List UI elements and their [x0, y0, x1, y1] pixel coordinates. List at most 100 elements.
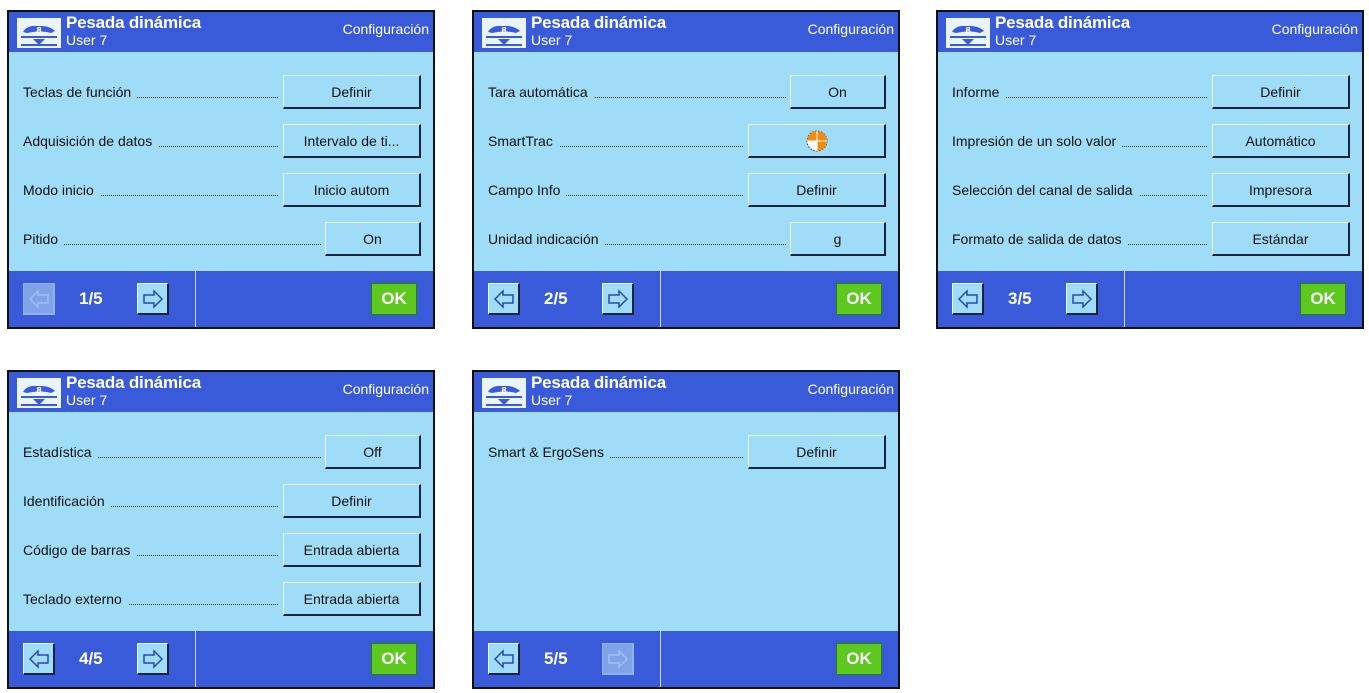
arrow-right-icon: [143, 649, 164, 669]
identificacion-button[interactable]: Definir: [283, 484, 421, 518]
impresion-un-solo-valor-button[interactable]: Automático: [1212, 124, 1350, 158]
setting-row: Modo inicio Inicio autom: [23, 173, 421, 209]
prev-page-button[interactable]: [23, 283, 55, 315]
user-name: User 7: [995, 32, 1037, 48]
balance-icon: 8: [17, 18, 61, 48]
setting-row: Pitido On: [23, 222, 421, 258]
setting-row: Estadística Off: [23, 435, 421, 471]
footer-divider: [195, 271, 196, 327]
user-name: User 7: [66, 32, 108, 48]
setting-label: Código de barras: [23, 542, 137, 558]
svg-text:8: 8: [501, 386, 507, 395]
footer: 1/5 OK: [9, 271, 433, 327]
setting-row: Campo Info Definir: [488, 173, 886, 209]
next-page-button[interactable]: [602, 643, 634, 675]
ok-button[interactable]: OK: [371, 643, 417, 675]
screen-page-1: 8 Pesada dinámica User 7 Configuración T…: [7, 10, 435, 329]
pitido-button[interactable]: On: [325, 222, 421, 256]
user-name: User 7: [531, 32, 573, 48]
setting-label: Adquisición de datos: [23, 133, 159, 149]
balance-icon: 8: [946, 18, 990, 48]
next-page-button[interactable]: [602, 283, 634, 315]
setting-row: Tara automática On: [488, 75, 886, 111]
informe-button[interactable]: Definir: [1212, 75, 1350, 109]
ok-button[interactable]: OK: [836, 643, 882, 675]
estadistica-button[interactable]: Off: [325, 435, 421, 469]
setting-row: Informe Definir: [952, 75, 1350, 111]
screen-page-5: 8 Pesada dinámica User 7 Configuración S…: [472, 370, 900, 689]
setting-row: Smart & ErgoSens Definir: [488, 435, 886, 471]
setting-label: Impresión de un solo valor: [952, 133, 1123, 149]
setting-label: Tara automática: [488, 84, 594, 100]
dot-leader: [23, 244, 321, 245]
app-title: Pesada dinámica: [66, 373, 201, 392]
header: 8 Pesada dinámica User 7 Configuración: [474, 12, 898, 52]
footer-divider: [1124, 271, 1125, 327]
tara-automatica-button[interactable]: On: [790, 75, 886, 109]
next-page-button[interactable]: [1066, 283, 1098, 315]
modo-inicio-button[interactable]: Inicio autom: [283, 173, 421, 207]
codigo-de-barras-button[interactable]: Entrada abierta: [283, 533, 421, 567]
page-indicator: 4/5: [79, 649, 103, 668]
unidad-indicacion-button[interactable]: g: [790, 222, 886, 256]
teclado-externo-button[interactable]: Entrada abierta: [283, 582, 421, 616]
setting-row: SmartTrac: [488, 124, 886, 160]
user-name: User 7: [531, 392, 573, 408]
footer-divider: [660, 271, 661, 327]
ok-button[interactable]: OK: [1300, 283, 1346, 315]
setting-row: Teclado externo Entrada abierta: [23, 582, 421, 618]
setting-label: Selección del canal de salida: [952, 182, 1139, 198]
svg-text:8: 8: [501, 26, 507, 35]
footer: 4/5 OK: [9, 631, 433, 687]
prev-page-button[interactable]: [488, 643, 520, 675]
smarttrac-button[interactable]: [748, 124, 886, 158]
balance-icon: 8: [17, 378, 61, 408]
setting-label: Modo inicio: [23, 182, 100, 198]
prev-page-button[interactable]: [488, 283, 520, 315]
setting-label: Smart & ErgoSens: [488, 444, 610, 460]
setting-row: Impresión de un solo valor Automático: [952, 124, 1350, 160]
arrow-right-icon: [1072, 289, 1093, 309]
page-indicator: 2/5: [544, 289, 568, 308]
next-page-button[interactable]: [137, 643, 169, 675]
header: 8 Pesada dinámica User 7 Configuración: [9, 372, 433, 412]
footer: 5/5 OK: [474, 631, 898, 687]
campo-info-button[interactable]: Definir: [748, 173, 886, 207]
app-title: Pesada dinámica: [66, 13, 201, 32]
footer: 2/5 OK: [474, 271, 898, 327]
setting-row: Teclas de función Definir: [23, 75, 421, 111]
adquisicion-de-datos-button[interactable]: Intervalo de ti...: [283, 124, 421, 158]
mode-label: Configuración: [342, 381, 429, 397]
footer-divider: [660, 631, 661, 687]
user-name: User 7: [66, 392, 108, 408]
arrow-right-icon: [608, 649, 629, 669]
header: 8 Pesada dinámica User 7 Configuración: [9, 12, 433, 52]
canal-de-salida-button[interactable]: Impresora: [1212, 173, 1350, 207]
ok-button[interactable]: OK: [836, 283, 882, 315]
arrow-left-icon: [493, 289, 514, 309]
prev-page-button[interactable]: [23, 643, 55, 675]
header: 8 Pesada dinámica User 7 Configuración: [474, 372, 898, 412]
teclas-de-funcion-button[interactable]: Definir: [283, 75, 421, 109]
smarttrac-icon: [806, 130, 828, 152]
setting-label: Formato de salida de datos: [952, 231, 1128, 247]
arrow-left-icon: [28, 289, 49, 309]
setting-row: Formato de salida de datos Estándar: [952, 222, 1350, 258]
svg-text:8: 8: [36, 26, 42, 35]
smart-ergosens-button[interactable]: Definir: [748, 435, 886, 469]
svg-text:8: 8: [965, 26, 971, 35]
setting-label: Pitido: [23, 231, 65, 247]
setting-label: Informe: [952, 84, 1006, 100]
prev-page-button[interactable]: [952, 283, 984, 315]
page-indicator: 5/5: [544, 649, 568, 668]
mode-label: Configuración: [342, 21, 429, 37]
formato-salida-datos-button[interactable]: Estándar: [1212, 222, 1350, 256]
setting-label: Unidad indicación: [488, 231, 605, 247]
setting-row: Código de barras Entrada abierta: [23, 533, 421, 569]
screen-page-2: 8 Pesada dinámica User 7 Configuración T…: [472, 10, 900, 329]
next-page-button[interactable]: [137, 283, 169, 315]
setting-label: Estadística: [23, 444, 98, 460]
ok-button[interactable]: OK: [371, 283, 417, 315]
screen-page-4: 8 Pesada dinámica User 7 Configuración E…: [7, 370, 435, 689]
setting-label: SmartTrac: [488, 133, 559, 149]
